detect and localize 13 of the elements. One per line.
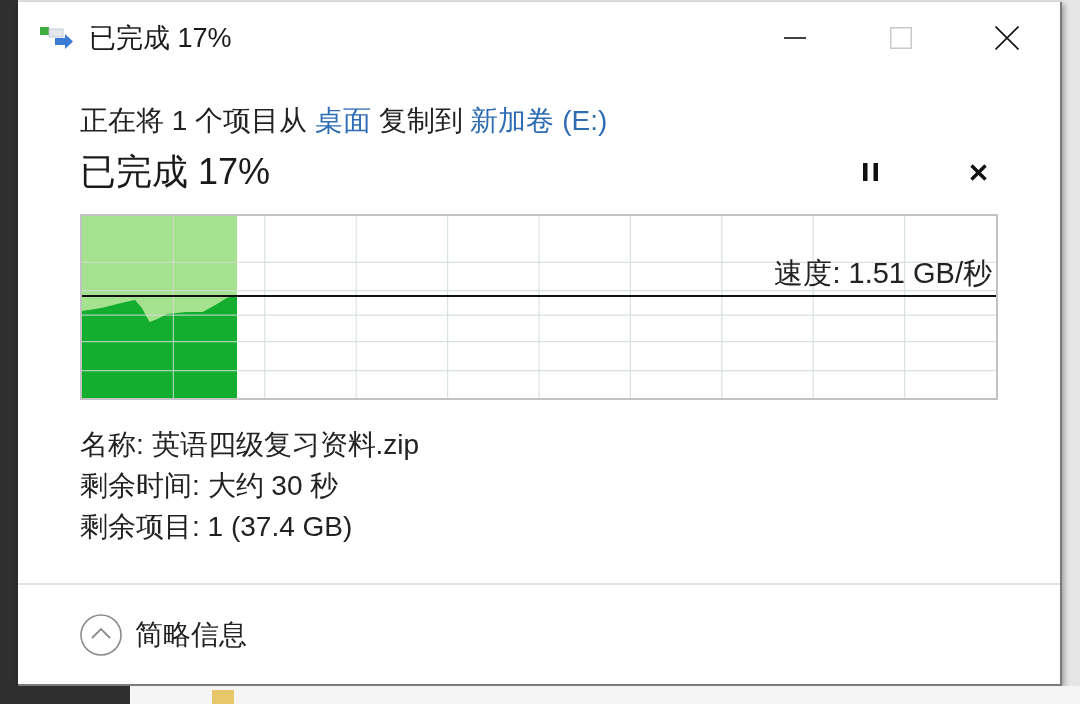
speed-label: 速度: 1.51 GB/秒	[773, 257, 993, 289]
detail-line: 剩余项目: 1 (37.4 GB)	[80, 510, 353, 544]
location-link[interactable]: 桌面	[314, 105, 371, 136]
folder-icon	[212, 690, 234, 704]
copy-description: 正在将 1 个项目从 桌面 复制到 新加卷 (E:)	[80, 104, 608, 138]
close-icon	[969, 163, 987, 181]
detail-line: 剩余时间: 大约 30 秒	[80, 469, 339, 503]
details-toggle-button[interactable]: 简略信息	[80, 613, 247, 656]
copy-files-icon	[40, 27, 74, 49]
progress-heading: 已完成 17%	[80, 151, 271, 193]
window-title: 已完成 17%	[89, 22, 232, 54]
location-link[interactable]: 新加卷 (E:)	[470, 105, 608, 136]
detail-line: 名称: 英语四级复习资料.zip	[80, 428, 420, 462]
